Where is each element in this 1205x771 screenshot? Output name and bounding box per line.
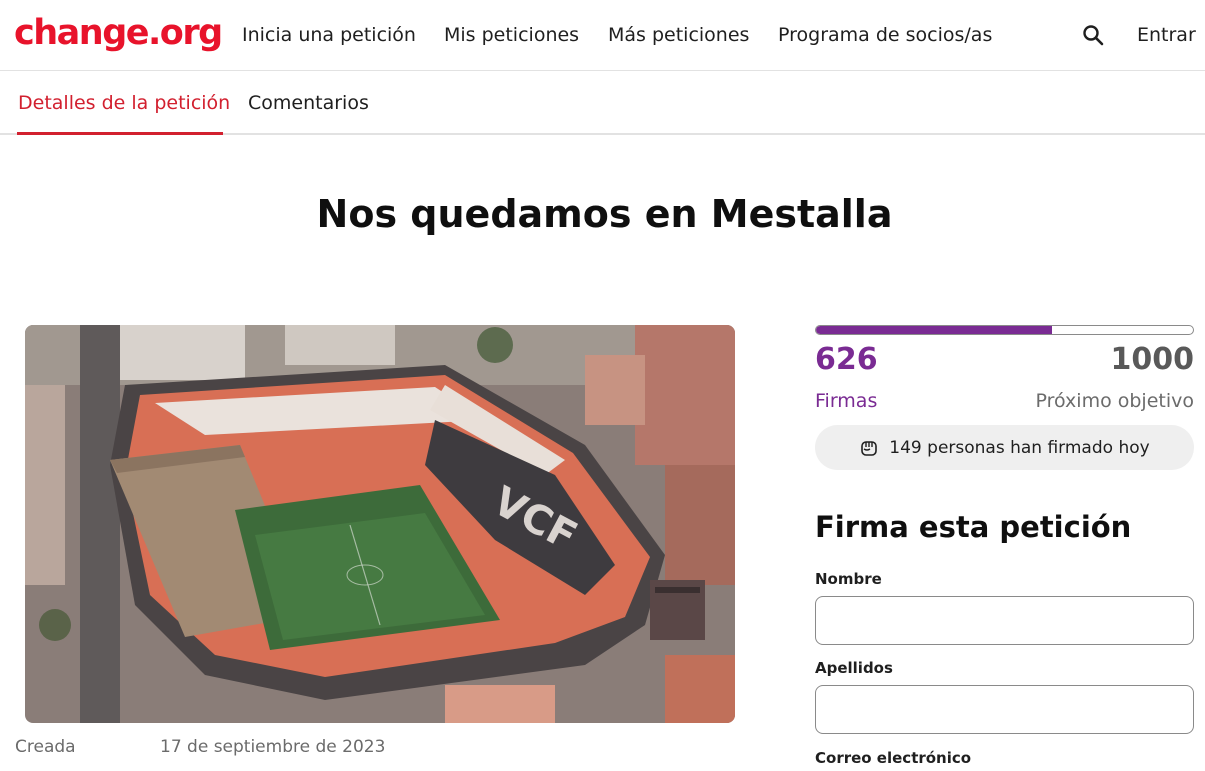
- nav-more-petitions[interactable]: Más peticiones: [608, 22, 749, 48]
- signature-progress-fill: [816, 326, 1052, 334]
- nav-my-petitions[interactable]: Mis peticiones: [444, 22, 579, 48]
- created-date: 17 de septiembre de 2023: [160, 737, 386, 757]
- signed-today-text: 149 personas han firmado hoy: [889, 437, 1150, 458]
- petition-title: Nos quedamos en Mestalla: [316, 192, 893, 236]
- created-label: Creada: [15, 737, 76, 757]
- signature-count: 626: [815, 342, 878, 377]
- goal-count: 1000: [1110, 342, 1195, 377]
- search-icon[interactable]: [1081, 23, 1105, 47]
- sign-petition-heading: Firma esta petición: [815, 510, 1132, 544]
- active-tab-indicator: [17, 132, 223, 135]
- email-label: Correo electrónico: [815, 749, 972, 767]
- login-link[interactable]: Entrar: [1137, 22, 1196, 48]
- logo[interactable]: change.org: [14, 10, 223, 56]
- goal-label: Próximo objetivo: [1035, 390, 1194, 412]
- site-header: change.org Inicia una petición Mis petic…: [0, 0, 1205, 71]
- raised-fist-icon: [859, 438, 879, 458]
- signature-label: Firmas: [815, 390, 878, 412]
- nav-start-petition[interactable]: Inicia una petición: [242, 22, 416, 48]
- petition-image: VCF: [25, 325, 735, 723]
- last-name-field[interactable]: [815, 685, 1194, 734]
- petition-tabs: Detalles de la petición Comentarios: [0, 71, 1205, 135]
- tab-petition-details[interactable]: Detalles de la petición: [18, 90, 230, 116]
- nav-partners-program[interactable]: Programa de socios/as: [778, 22, 992, 48]
- first-name-label: Nombre: [815, 570, 882, 588]
- last-name-label: Apellidos: [815, 659, 893, 677]
- tab-comments[interactable]: Comentarios: [248, 90, 369, 116]
- first-name-field[interactable]: [815, 596, 1194, 645]
- signature-progress-bar: [815, 325, 1194, 335]
- signed-today-badge: 149 personas han firmado hoy: [815, 425, 1194, 470]
